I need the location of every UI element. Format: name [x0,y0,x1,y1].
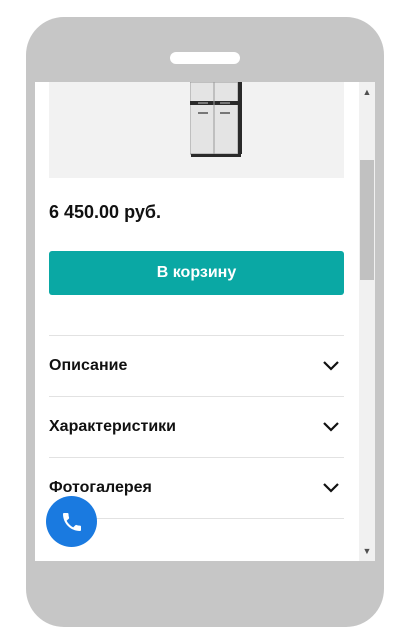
accordion-label: Описание [49,357,128,374]
product-price: 6 450.00 руб. [49,202,161,222]
scroll-thumb[interactable] [360,160,374,280]
accordion-item-description[interactable]: Описание [49,336,344,396]
accordion-label: Фотогалерея [49,479,152,496]
cabinet-image [190,82,242,157]
chevron-down-icon [323,483,339,493]
chevron-down-icon [323,422,339,432]
scroll-up-arrow[interactable]: ▲ [359,84,375,100]
add-to-cart-button[interactable]: В корзину [49,251,344,295]
chevron-down-icon [323,361,339,371]
accordion-label: Характеристики [49,418,177,435]
phone-icon [62,512,81,531]
scroll-down-arrow[interactable]: ▼ [359,543,375,559]
scrollbar[interactable]: ▲ ▼ [359,82,375,561]
call-button[interactable] [46,496,97,547]
screen: 6 450.00 руб. В корзину Описание Характе… [35,82,375,561]
phone-speaker [170,52,240,64]
accordion-item-specifications[interactable]: Характеристики [49,397,344,457]
product-image [49,82,344,178]
